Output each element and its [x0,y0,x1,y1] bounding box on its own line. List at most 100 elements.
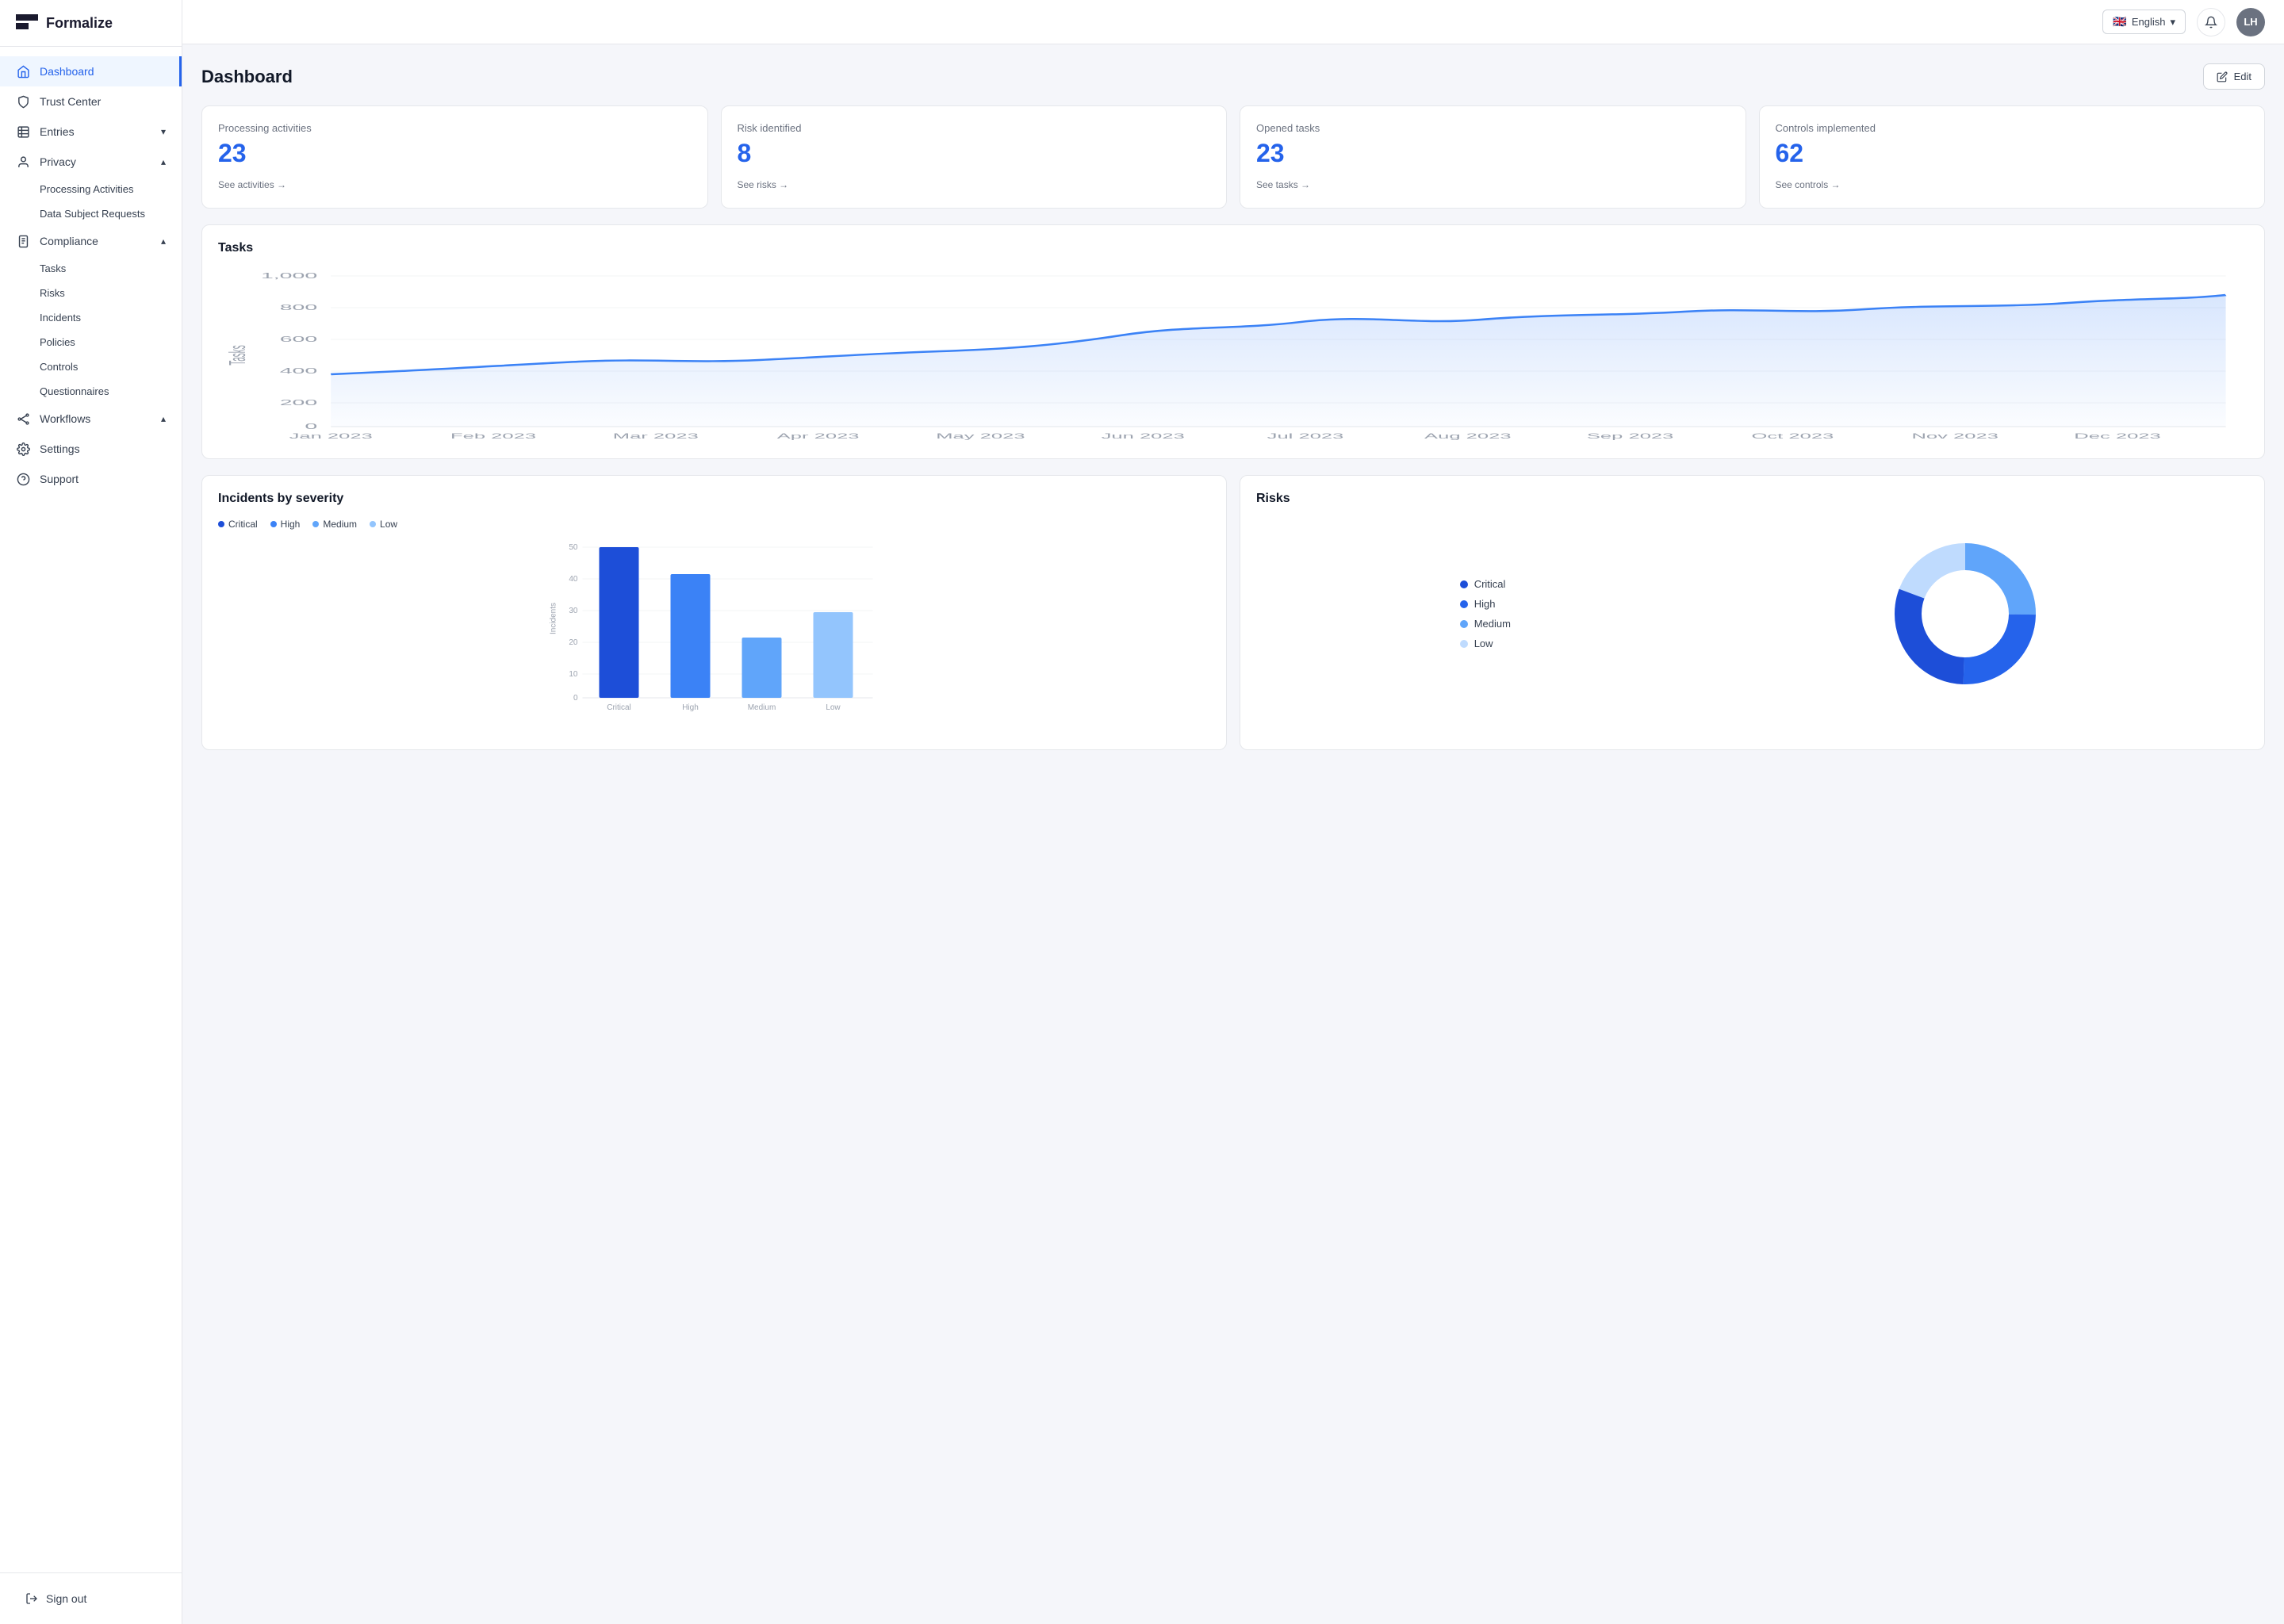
sidebar-item-compliance[interactable]: Compliance ▴ [0,226,182,256]
sidebar-item-support[interactable]: Support [0,464,182,494]
sidebar-item-privacy[interactable]: Privacy ▴ [0,147,182,177]
help-icon [16,472,30,486]
donut-legend-item: Critical [1460,578,1511,590]
risks-donut-chart [1886,534,2044,693]
svg-text:400: 400 [280,366,318,375]
svg-text:Jan 2023: Jan 2023 [289,432,373,440]
svg-text:0: 0 [573,694,578,703]
sidebar: Formalize Dashboard Trust Center Entries… [0,0,182,1624]
donut-legend-item: Low [1460,638,1511,649]
sidebar-item-workflows[interactable]: Workflows ▴ [0,404,182,434]
stat-card-0: Processing activities 23 See activities … [201,105,708,209]
sign-out-button[interactable]: Sign out [16,1586,96,1611]
workflow-icon [16,412,30,426]
incidents-chart-section: Incidents by severity Critical High Medium… [201,475,1227,750]
sidebar-item-label: Dashboard [40,65,94,78]
sidebar-item-label: Privacy [40,155,76,168]
risks-chart-section: Risks CriticalHighMediumLow [1240,475,2265,750]
donut-legend-item: High [1460,598,1511,610]
sidebar-bottom: Sign out [0,1572,182,1624]
tasks-chart-title: Tasks [218,241,2248,255]
sidebar-item-risks[interactable]: Risks [0,281,182,305]
legend-item: Low [370,519,397,530]
stat-link[interactable]: See risks → [738,179,789,190]
stat-cards: Processing activities 23 See activities … [201,105,2265,209]
logo[interactable]: Formalize [0,0,182,47]
sidebar-item-processing-activities[interactable]: Processing Activities [0,177,182,201]
stat-label: Opened tasks [1256,122,1730,134]
sidebar-item-questionnaires[interactable]: Questionnaires [0,379,182,404]
stat-card-1: Risk identified 8 See risks → [721,105,1228,209]
svg-text:Incidents: Incidents [550,603,558,634]
svg-text:Nov 2023: Nov 2023 [1911,432,1998,440]
svg-text:40: 40 [569,575,578,584]
bell-icon [2205,16,2217,29]
sidebar-item-label: Settings [40,442,80,455]
svg-text:Dec 2023: Dec 2023 [2074,432,2161,440]
page-header: Dashboard Edit [201,63,2265,90]
page-title: Dashboard [201,67,293,87]
tasks-line-chart: 1,000 800 600 400 200 0 Tasks [218,268,2248,442]
sidebar-item-tasks[interactable]: Tasks [0,256,182,281]
language-flag: 🇬🇧 [2113,15,2126,29]
sidebar-item-controls[interactable]: Controls [0,354,182,379]
sidebar-item-label: Compliance [40,235,98,247]
svg-text:High: High [682,703,699,712]
svg-text:Jul 2023: Jul 2023 [1267,432,1344,440]
sidebar-item-policies[interactable]: Policies [0,330,182,354]
sidebar-item-incidents[interactable]: Incidents [0,305,182,330]
svg-text:10: 10 [569,670,578,679]
stat-link[interactable]: See tasks → [1256,179,1310,190]
bottom-row: Incidents by severity Critical High Medium… [201,475,2265,766]
sidebar-item-label: Entries [40,125,75,138]
svg-text:Tasks: Tasks [225,345,251,366]
table-icon [16,124,30,139]
home-icon [16,64,30,79]
sidebar-item-data-subject-requests[interactable]: Data Subject Requests [0,201,182,226]
sidebar-item-label: Trust Center [40,95,101,108]
incidents-chart-title: Incidents by severity [218,492,1210,506]
stat-label: Controls implemented [1776,122,2249,134]
user-avatar[interactable]: LH [2236,8,2265,36]
main-content: 🇬🇧 English ▾ LH Dashboard Edit Processin… [182,0,2284,1624]
topbar: 🇬🇧 English ▾ LH [182,0,2284,44]
donut-legend-item: Medium [1460,618,1511,630]
stat-link[interactable]: See controls → [1776,179,1841,190]
stat-value: 62 [1776,139,2249,168]
svg-text:Jun 2023: Jun 2023 [1102,432,1185,440]
sidebar-item-label: Support [40,473,79,485]
svg-text:Oct 2023: Oct 2023 [1752,432,1834,440]
stat-value: 8 [738,139,1211,168]
chevron-down-icon: ▾ [161,126,166,137]
language-selector[interactable]: 🇬🇧 English ▾ [2102,10,2186,34]
chevron-up-icon: ▴ [161,413,166,424]
app-name: Formalize [46,15,113,32]
svg-text:Apr 2023: Apr 2023 [777,432,860,440]
sidebar-nav: Dashboard Trust Center Entries ▾ Privacy… [0,47,182,1572]
svg-text:Low: Low [826,703,841,712]
svg-text:600: 600 [280,335,318,343]
svg-text:Sep 2023: Sep 2023 [1587,432,1674,440]
edit-icon [2217,71,2228,82]
gear-icon [16,442,30,456]
stat-link[interactable]: See activities → [218,179,286,190]
logo-icon [16,14,38,32]
legend-item: Critical [218,519,258,530]
sidebar-item-dashboard[interactable]: Dashboard [0,56,182,86]
sidebar-item-entries[interactable]: Entries ▾ [0,117,182,147]
language-label: English [2132,16,2166,28]
svg-text:Medium: Medium [748,703,776,712]
incidents-bar-chart: 50 40 30 20 10 0 Incidents [218,539,1210,730]
chevron-down-icon: ▾ [2170,16,2175,29]
sidebar-item-label: Workflows [40,412,90,425]
incidents-legend: CriticalHighMediumLow [218,519,1210,530]
stat-value: 23 [218,139,692,168]
notifications-button[interactable] [2197,8,2225,36]
sidebar-item-trust-center[interactable]: Trust Center [0,86,182,117]
tasks-chart-section: Tasks 1,000 800 600 400 200 0 [201,224,2265,459]
svg-text:Critical: Critical [607,703,631,712]
edit-button[interactable]: Edit [2203,63,2265,90]
legend-item: High [270,519,301,530]
sidebar-item-settings[interactable]: Settings [0,434,182,464]
sign-out-icon [25,1592,38,1605]
